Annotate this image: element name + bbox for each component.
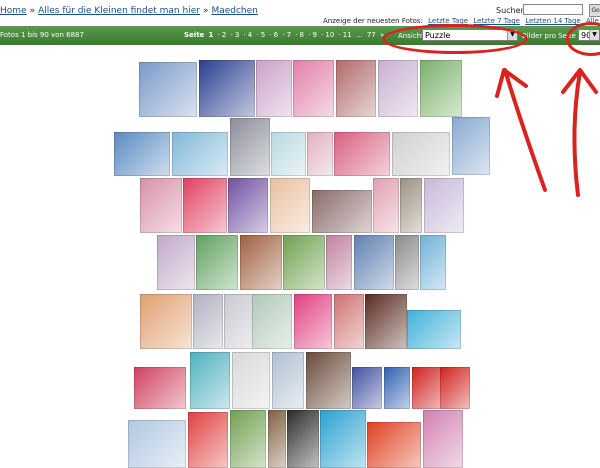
photo-thumbnail[interactable]	[140, 294, 192, 349]
photo-thumbnail[interactable]	[312, 190, 372, 233]
photo-thumbnail[interactable]	[392, 132, 450, 176]
photo-thumbnail[interactable]	[400, 178, 422, 233]
page-label: Seite	[184, 31, 205, 39]
page-link[interactable]: 11	[343, 31, 352, 39]
pagination: Seite 1 · 2 · 3 · 4 · 5 · 6 · 7 · 8 · 9 · 10 · 11 …	[184, 31, 385, 39]
page-link[interactable]: 3	[235, 31, 239, 39]
photo-thumbnail[interactable]	[384, 367, 410, 409]
photo-thumbnail[interactable]	[271, 132, 306, 176]
breadcrumb-separator: »	[202, 6, 209, 16]
photo-thumbnail[interactable]	[172, 132, 228, 176]
photo-thumbnail[interactable]	[140, 178, 182, 233]
top-header: Home» Alles für die Kleinen findet man hi…	[0, 0, 600, 28]
photo-thumbnail[interactable]	[128, 420, 186, 468]
photo-thumbnail[interactable]	[352, 367, 382, 409]
breadcrumb-separator: »	[29, 6, 36, 16]
page-link[interactable]: 2	[222, 31, 226, 39]
current-page: 1	[208, 31, 214, 39]
photo-thumbnail[interactable]	[283, 235, 325, 290]
photo-thumbnail[interactable]	[268, 410, 286, 468]
photo-thumbnail[interactable]	[270, 178, 310, 233]
photo-thumbnail[interactable]	[365, 294, 407, 349]
photo-thumbnail[interactable]	[420, 235, 446, 290]
page-link[interactable]: 5	[261, 31, 265, 39]
photo-thumbnail[interactable]	[373, 178, 399, 233]
photo-thumbnail[interactable]	[228, 178, 268, 233]
page-link-last[interactable]: 77	[367, 31, 376, 39]
breadcrumb: Home» Alles für die Kleinen findet man hi…	[0, 6, 258, 16]
photo-thumbnail[interactable]	[114, 132, 170, 176]
photo-thumbnail[interactable]	[336, 60, 376, 117]
newest-link-14days[interactable]: Letzten 14 Tage	[525, 17, 581, 25]
photo-thumbnail[interactable]	[367, 422, 421, 468]
photo-thumbnail[interactable]	[188, 412, 228, 468]
photo-thumbnail[interactable]	[334, 132, 390, 176]
photo-thumbnail[interactable]	[452, 117, 490, 175]
photo-thumbnail[interactable]	[407, 310, 461, 349]
newest-label: Anzeige der neuesten Fotos:	[323, 17, 423, 25]
photo-thumbnail[interactable]	[252, 294, 292, 349]
page-link[interactable]: 10	[325, 31, 334, 39]
photo-thumbnail[interactable]	[256, 60, 292, 117]
photo-thumbnail[interactable]	[230, 118, 270, 176]
breadcrumb-sub-link[interactable]: Maedchen	[211, 6, 257, 16]
photo-thumbnail[interactable]	[307, 132, 333, 176]
breadcrumb-home-link[interactable]: Home	[0, 6, 27, 16]
breadcrumb-category-link[interactable]: Alles für die Kleinen findet man hier	[38, 6, 200, 16]
photo-thumbnail[interactable]	[139, 62, 197, 117]
page-link[interactable]: 4	[248, 31, 252, 39]
search-input[interactable]	[523, 4, 583, 15]
photo-thumbnail[interactable]	[287, 410, 319, 468]
photo-thumbnail[interactable]	[420, 60, 462, 117]
photo-thumbnail[interactable]	[199, 60, 255, 117]
photo-thumbnail[interactable]	[193, 294, 223, 349]
page-link[interactable]: 9	[312, 31, 316, 39]
photo-thumbnail[interactable]	[395, 235, 419, 290]
photo-thumbnail[interactable]	[306, 352, 351, 409]
photo-thumbnail[interactable]	[240, 235, 282, 290]
photo-thumbnail[interactable]	[320, 410, 366, 468]
page-link[interactable]: 6	[274, 31, 278, 39]
photo-thumbnail[interactable]	[230, 410, 266, 468]
photo-count: Fotos 1 bis 90 von 6887	[0, 31, 84, 39]
page-link[interactable]: 8	[300, 31, 304, 39]
photo-thumbnail[interactable]	[354, 235, 394, 290]
photo-thumbnail[interactable]	[293, 60, 334, 117]
search-label: Suchen	[496, 6, 526, 15]
red-annotation-circle	[382, 24, 528, 54]
photo-thumbnail[interactable]	[157, 235, 195, 290]
search-button[interactable]: Go	[589, 4, 600, 17]
photo-thumbnail[interactable]	[134, 367, 186, 409]
photo-thumbnail[interactable]	[183, 178, 227, 233]
newest-link-7days[interactable]: Letzte 7 Tage	[473, 17, 520, 25]
photo-thumbnail[interactable]	[378, 60, 418, 117]
photo-thumbnail[interactable]	[294, 294, 332, 349]
page-link[interactable]: 7	[287, 31, 291, 39]
photo-thumbnail[interactable]	[190, 352, 230, 409]
photo-thumbnail[interactable]	[423, 410, 463, 468]
photo-thumbnail[interactable]	[272, 352, 304, 409]
photo-thumbnail[interactable]	[424, 178, 464, 233]
photo-thumbnail[interactable]	[326, 235, 352, 290]
photo-thumbnail[interactable]	[334, 294, 364, 349]
page-ellipsis: ...	[355, 31, 363, 39]
photo-thumbnail[interactable]	[196, 235, 238, 290]
photo-thumbnail[interactable]	[232, 352, 270, 409]
photo-thumbnail[interactable]	[440, 367, 470, 409]
